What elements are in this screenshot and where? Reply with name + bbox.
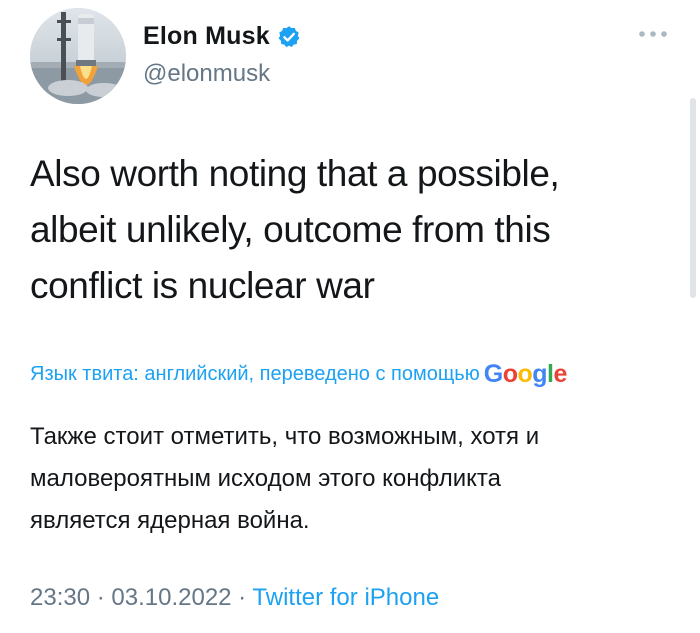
scrollbar[interactable] bbox=[690, 98, 696, 298]
verified-badge-icon bbox=[277, 25, 301, 49]
tweet-text: Also worth noting that a possible, albeit… bbox=[30, 146, 670, 314]
author-name-row: Elon Musk bbox=[143, 22, 301, 51]
tweet-time[interactable]: 23:30 bbox=[30, 584, 90, 611]
translation-info[interactable]: Язык твита: английский, переведено с пом… bbox=[30, 360, 680, 389]
translation-info-text: Язык твита: английский, переведено с пом… bbox=[30, 363, 480, 385]
tweet-source[interactable]: Twitter for iPhone bbox=[252, 584, 439, 611]
translated-text-line: маловероятным исходом этого конфликта bbox=[30, 465, 501, 492]
tweet-text-line: conflict is nuclear war bbox=[30, 265, 375, 306]
translated-text-line: Также стоит отметить, что возможным, хот… bbox=[30, 423, 540, 450]
tweet-text-line: albeit unlikely, outcome from this bbox=[30, 209, 551, 250]
avatar[interactable] bbox=[30, 8, 126, 104]
tweet-meta: 23:30 · 03.10.2022 · Twitter for iPhone bbox=[30, 584, 439, 612]
meta-separator: · bbox=[90, 584, 112, 611]
tweet-date[interactable]: 03.10.2022 bbox=[111, 584, 231, 611]
author-name[interactable]: Elon Musk bbox=[143, 22, 270, 51]
tweet-text-line: Also worth noting that a possible, bbox=[30, 153, 560, 194]
author-handle[interactable]: @elonmusk bbox=[143, 60, 270, 88]
more-options-icon[interactable] bbox=[636, 27, 670, 41]
meta-separator: · bbox=[231, 584, 253, 611]
avatar-image bbox=[30, 8, 126, 104]
translated-text: Также стоит отметить, что возможным, хот… bbox=[30, 416, 670, 542]
translated-text-line: является ядерная война. bbox=[30, 507, 310, 534]
google-logo: Google bbox=[483, 360, 568, 388]
